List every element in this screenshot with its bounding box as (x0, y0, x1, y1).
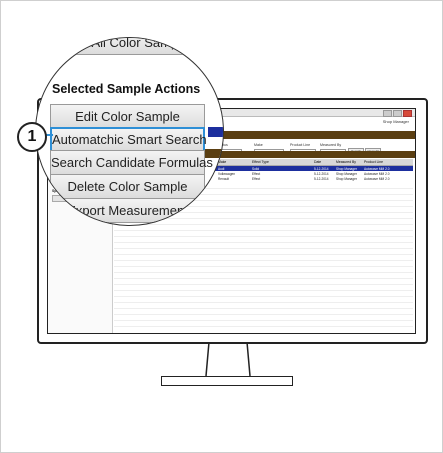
callout-number-badge: 1 (17, 122, 47, 152)
edit-color-sample-button[interactable]: Edit Color Sample (50, 104, 205, 129)
cell-by: Shop Manager (336, 166, 357, 171)
search-candidate-formulas-button[interactable]: Search Candidate Formulas (50, 150, 213, 175)
minimize-icon[interactable] (383, 110, 392, 117)
cell-effect: Effect (252, 171, 261, 176)
empty-row (114, 321, 413, 327)
make-label: Make (254, 143, 263, 147)
col-effect-type[interactable]: Effect Type (252, 160, 269, 164)
selected-sample-actions-heading: Selected Sample Actions (52, 82, 201, 96)
cell-date: 5-12-2014 (314, 171, 329, 176)
col-measured-by[interactable]: Measured By (336, 160, 356, 164)
maximize-icon[interactable] (393, 110, 402, 117)
measured-by-label: Measured By (320, 143, 342, 147)
close-icon[interactable] (403, 110, 412, 117)
cell-line: Autowave MM 2.0 (364, 166, 390, 171)
col-date[interactable]: Date (314, 160, 321, 164)
delete-color-sample-button[interactable]: Delete Color Sample (50, 174, 205, 199)
zoom-nav-fragment (208, 58, 223, 78)
automatchic-smart-search-button[interactable]: Automatchic Smart Search (50, 127, 207, 152)
col-product-line[interactable]: Product Line (364, 160, 383, 164)
cell-line: Autowave MM 2.0 (364, 171, 390, 176)
magnifier-zoom: Delete All Color Sample Results Selected… (35, 37, 224, 226)
product-line-label: Product Line (290, 143, 311, 147)
cell-date: 5-12-2014 (314, 166, 329, 171)
monitor-base (161, 376, 293, 386)
shop-manager-label[interactable]: Shop Manager (383, 119, 409, 124)
export-measurement-button[interactable]: Export Measurement (50, 198, 205, 223)
delete-all-color-sample-results-button[interactable]: Delete All Color Sample Results (50, 38, 223, 55)
cell-by: Shop Manager (336, 171, 357, 176)
cell-effect: Effect (252, 176, 261, 181)
monitor-stand (205, 342, 251, 377)
cell-by: Shop Manager (336, 176, 357, 181)
cell-date: 5-12-2014 (314, 176, 329, 181)
cell-line: Autowave MM 2.0 (364, 176, 390, 181)
cell-effect: Solid (252, 166, 260, 171)
zoom-nav-fragment (208, 127, 223, 137)
